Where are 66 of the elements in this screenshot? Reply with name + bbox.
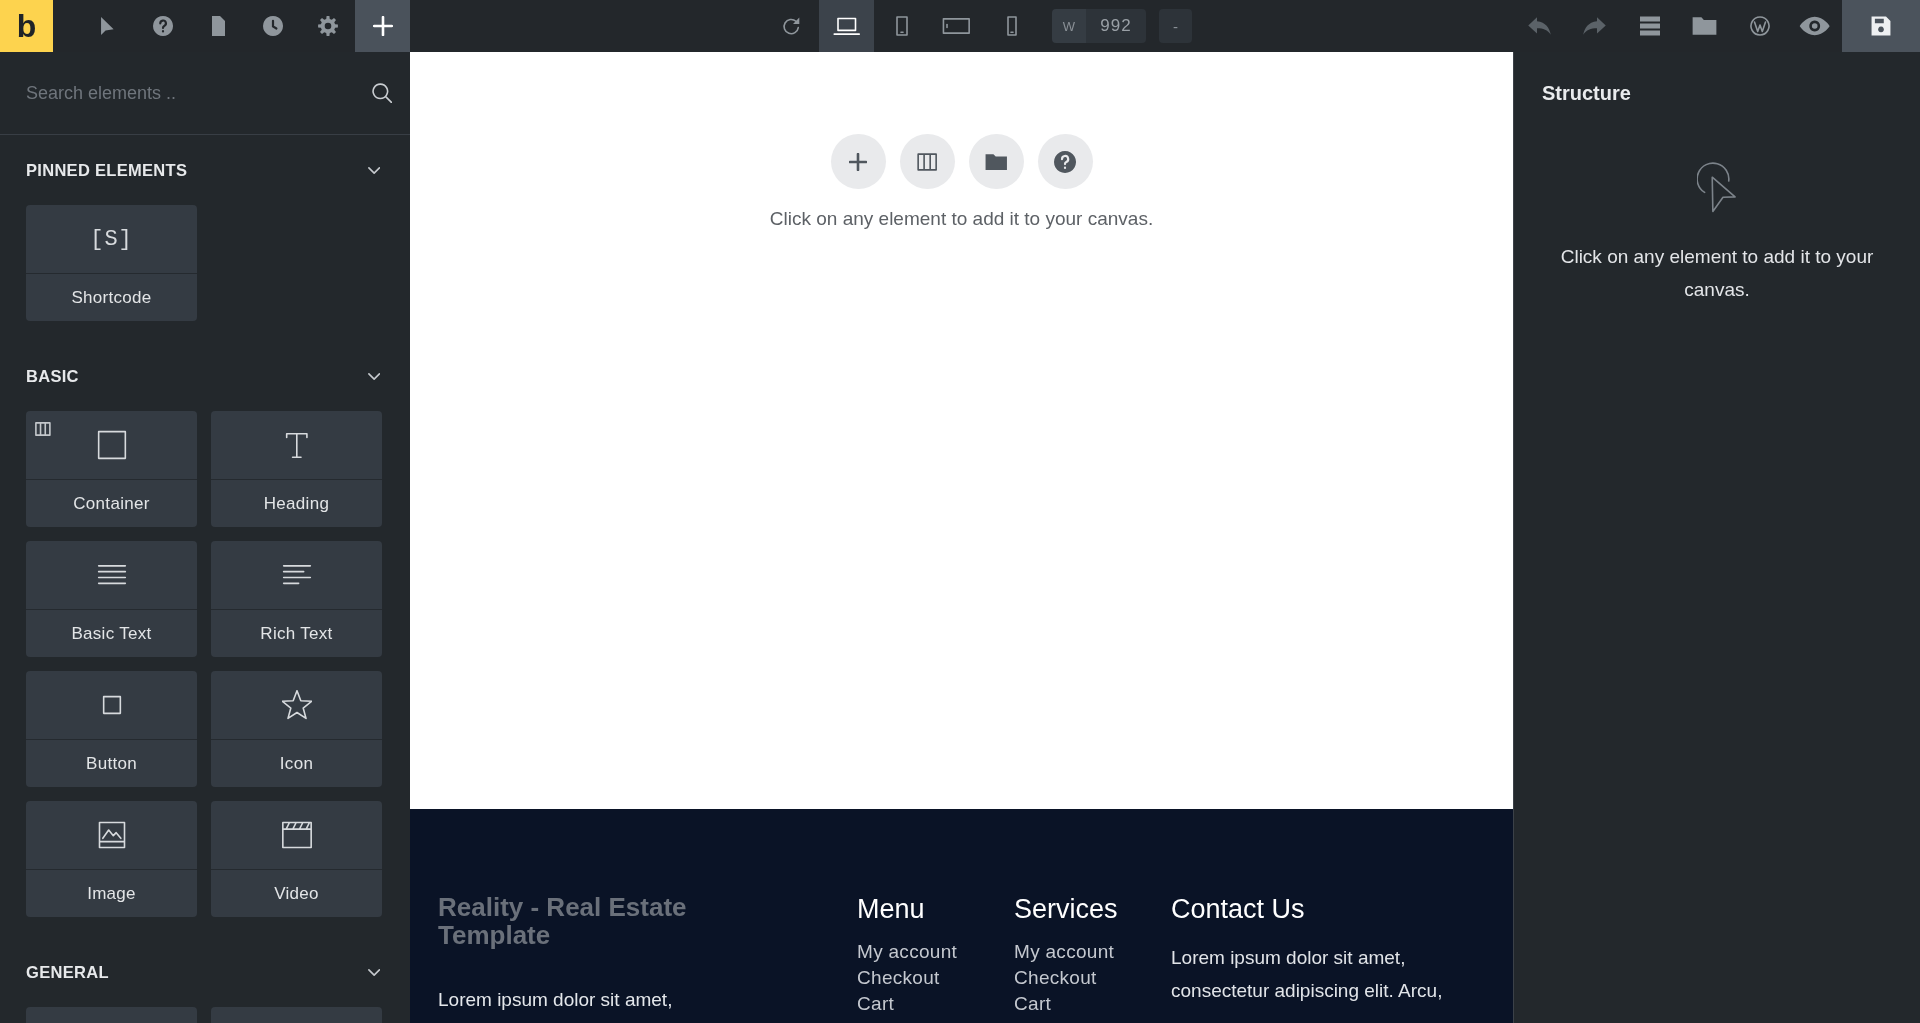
footer-intro-text: Lorem ipsum dolor sit amet, — [438, 988, 673, 1012]
element-card[interactable]: Rich Text — [211, 541, 382, 657]
width-label: W — [1052, 9, 1086, 43]
element-card[interactable]: Icon — [211, 671, 382, 787]
cursor-icon — [100, 16, 115, 36]
search-field[interactable]: Search elements .. — [26, 78, 362, 108]
footer-link[interactable]: My account — [857, 939, 958, 965]
star-icon — [281, 690, 312, 720]
footer-link[interactable]: Checkout — [857, 965, 940, 991]
element-card[interactable]: Basic Text — [26, 541, 197, 657]
stacked-bars-icon — [1639, 16, 1660, 36]
clock-icon — [262, 16, 283, 36]
plus-icon — [849, 152, 867, 171]
help-icon — [1054, 150, 1076, 173]
element-card[interactable]: [S] Shortcode — [26, 205, 197, 321]
footer-heading: Menu — [857, 893, 925, 925]
refresh-icon — [782, 16, 801, 36]
search-icon[interactable] — [372, 83, 392, 103]
save-button[interactable] — [1842, 0, 1920, 52]
element-card[interactable]: Video — [211, 801, 382, 917]
element-card[interactable]: Button — [26, 671, 197, 787]
undo-icon — [1527, 16, 1552, 36]
wordpress-icon — [1749, 16, 1770, 36]
element-card[interactable]: Container — [26, 411, 197, 527]
section-header[interactable]: BASIC — [26, 356, 384, 396]
phone-icon — [1005, 16, 1018, 36]
panel-title: Structure — [1542, 81, 1631, 105]
section-header[interactable]: GENERAL — [26, 952, 384, 992]
image-icon — [96, 820, 127, 850]
logo[interactable]: b — [0, 0, 53, 52]
canvas-hint-text: Click on any element to add it to your canvas. — [769, 208, 1154, 230]
shortcode-icon: [S] — [90, 226, 133, 252]
footer-heading: Contact Us — [1171, 893, 1305, 925]
tablet-icon — [894, 16, 909, 36]
letter-t-icon — [284, 431, 309, 459]
footer-link[interactable]: My account — [1014, 939, 1115, 965]
columns-icon — [916, 152, 938, 171]
plus-icon — [372, 16, 393, 36]
footer-link[interactable]: Cart — [1014, 991, 1052, 1017]
width-field[interactable]: 992 — [1086, 9, 1146, 43]
folder-icon — [1692, 16, 1717, 36]
eye-icon — [1798, 16, 1831, 36]
footer-text: Lorem ipsum dolor sit amet, consectetur adipiscing elit. Arcu, — [1171, 946, 1444, 1003]
footer-link[interactable]: Checkout — [1014, 965, 1097, 991]
element-card[interactable]: Image — [26, 801, 197, 917]
page-icon — [210, 16, 225, 36]
square-outline-icon — [96, 430, 127, 460]
redo-icon — [1582, 16, 1607, 36]
tablet-landscape-icon — [942, 16, 971, 36]
columns-icon — [35, 422, 51, 436]
panel-hint-text: Click on any element to add it to your canvas. — [1559, 245, 1875, 302]
cursor-click-icon — [1696, 162, 1738, 214]
minus-button[interactable]: - — [1159, 9, 1192, 43]
footer-heading: Services — [1014, 893, 1118, 925]
save-icon — [1871, 16, 1891, 36]
clapperboard-icon — [281, 820, 312, 850]
section-header[interactable]: PINNED ELEMENTS — [26, 150, 384, 190]
folder-icon — [984, 152, 1008, 171]
footer-brand-title: Reality - Real Estate Template — [438, 893, 688, 949]
element-card[interactable]: Heading — [211, 411, 382, 527]
help-icon — [152, 16, 173, 36]
footer-link[interactable]: Cart — [857, 991, 895, 1017]
add-button[interactable] — [355, 0, 410, 52]
laptop-icon — [832, 16, 861, 36]
laptop-view-button[interactable] — [819, 0, 874, 52]
settings-icon — [317, 16, 338, 36]
